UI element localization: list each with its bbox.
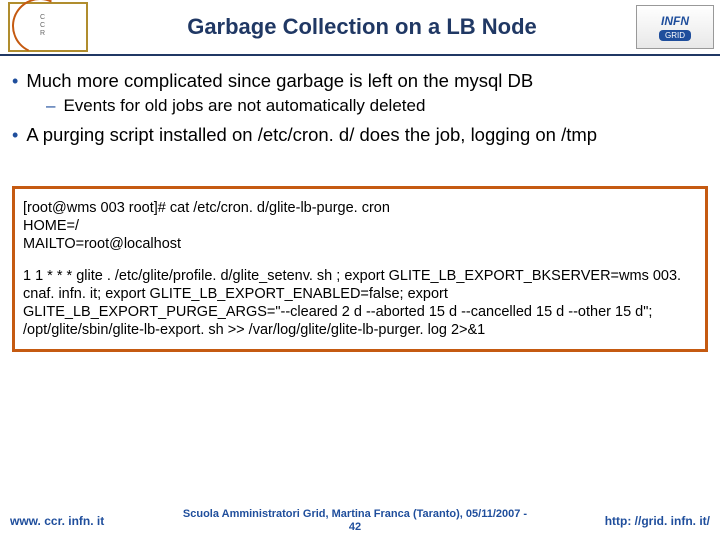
bullet-text: A purging script installed on /etc/cron.…	[26, 124, 597, 146]
bullet-item: • A purging script installed on /etc/cro…	[12, 124, 708, 146]
slide-content: • Much more complicated since garbage is…	[0, 56, 720, 158]
footer-center: Scuola Amministratori Grid, Martina Fran…	[130, 508, 580, 534]
code-line: HOME=/	[23, 217, 697, 235]
footer-center-line1: Scuola Amministratori Grid, Martina Fran…	[183, 508, 527, 520]
logo-left: CCR	[8, 2, 88, 52]
logo-right-top: INFN	[661, 14, 689, 28]
bullet-dot-icon: •	[12, 70, 18, 92]
slide-footer: www. ccr. infn. it Scuola Amministratori…	[0, 508, 720, 534]
logo-right: INFN GRID	[636, 5, 714, 49]
code-block: [root@wms 003 root]# cat /etc/cron. d/gl…	[23, 199, 697, 253]
logo-right-bottom: GRID	[659, 30, 691, 41]
bullet-dot-icon: •	[12, 124, 18, 146]
footer-left: www. ccr. infn. it	[10, 514, 130, 528]
sub-bullet-text: Events for old jobs are not automaticall…	[63, 96, 425, 116]
code-line: 1 1 * * * glite . /etc/glite/profile. d/…	[23, 267, 697, 339]
code-box: [root@wms 003 root]# cat /etc/cron. d/gl…	[12, 186, 708, 352]
code-line: [root@wms 003 root]# cat /etc/cron. d/gl…	[23, 199, 697, 217]
code-line: MAILTO=root@localhost	[23, 235, 697, 253]
slide-header: CCR Garbage Collection on a LB Node INFN…	[0, 0, 720, 56]
bullet-item: • Much more complicated since garbage is…	[12, 70, 708, 92]
slide-title: Garbage Collection on a LB Node	[96, 14, 636, 40]
footer-center-line2: 42	[349, 521, 361, 533]
sub-bullet-item: – Events for old jobs are not automatica…	[46, 96, 708, 116]
footer-right: http: //grid. infn. it/	[580, 514, 710, 528]
bullet-dash-icon: –	[46, 96, 55, 116]
code-block: 1 1 * * * glite . /etc/glite/profile. d/…	[23, 267, 697, 339]
bullet-text: Much more complicated since garbage is l…	[26, 70, 533, 92]
